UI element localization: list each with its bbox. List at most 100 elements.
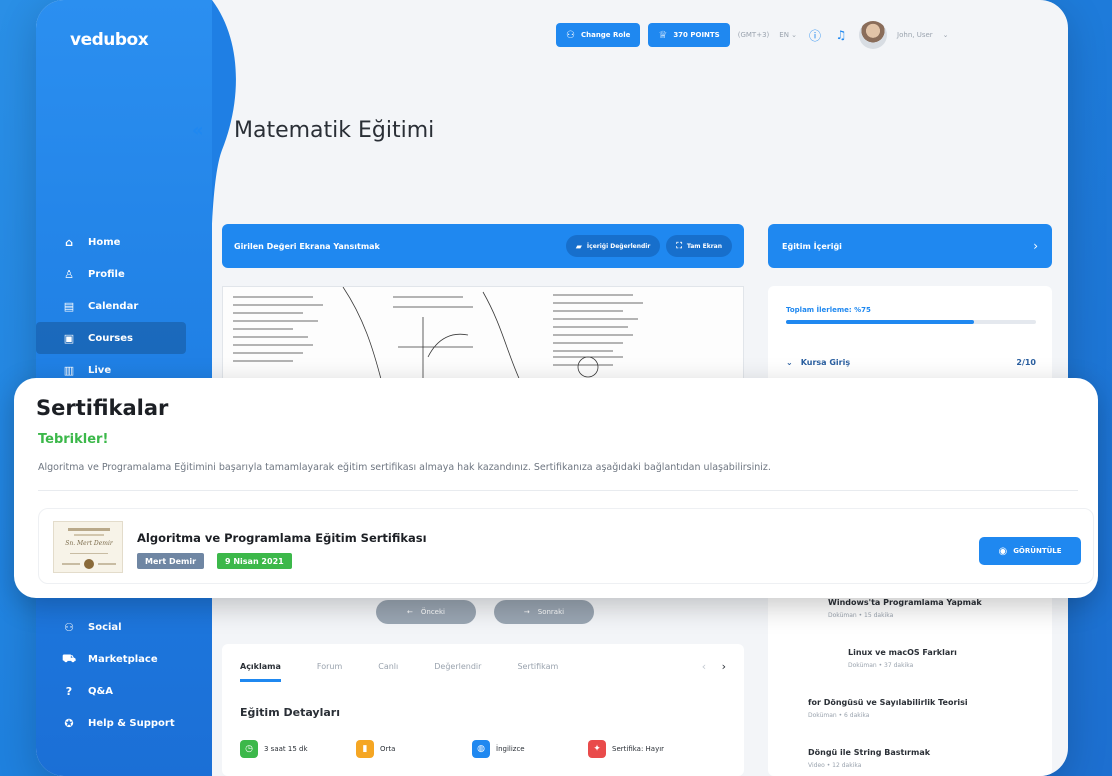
sidebar-item-calendar[interactable]: ▤ Calendar (36, 290, 212, 322)
lesson-title: Linux ve macOS Farkları (848, 648, 957, 657)
level-icon: ▮ (356, 740, 374, 758)
chevron-right-icon[interactable]: › (722, 660, 726, 673)
next-button[interactable]: → Sonraki (494, 600, 594, 624)
total-progress-label: Toplam İlerleme: %75 (786, 306, 871, 314)
arrow-right-icon: → (523, 608, 530, 616)
sidebar-item-label: Calendar (88, 300, 139, 312)
bell-icon[interactable]: ♫ (833, 27, 849, 43)
sidebar-item-label: Courses (88, 332, 133, 344)
whiteboard-drawing (233, 287, 643, 387)
tab-description[interactable]: Açıklama (240, 662, 281, 682)
whiteboard-video[interactable] (222, 286, 744, 387)
prev-button[interactable]: ← Önceki (376, 600, 476, 624)
clock-icon: ◷ (240, 740, 258, 758)
sidebar-item-label: Profile (88, 268, 125, 280)
detail-label: Sertifika: Hayır (612, 745, 665, 753)
congrats-text: Tebrikler! (38, 432, 109, 447)
certificate-thumb-name: Sn. Mert Demir (65, 540, 113, 547)
section-header[interactable]: ⌄ Kursa Giriş 2/10 (786, 358, 1036, 367)
fullscreen-button[interactable]: ⛶ Tam Ekran (666, 235, 732, 257)
arrow-left-icon: ← (407, 608, 413, 616)
lesson-title: Windows'ta Programlama Yapmak (828, 598, 982, 607)
chevron-down-icon[interactable]: ⌄ (943, 31, 949, 39)
chevron-left-icon[interactable]: ‹ (702, 660, 706, 673)
lesson-item[interactable]: Döngü ile String Bastırmak Video • 12 da… (808, 748, 930, 769)
sidebar-item-label: Social (88, 621, 122, 633)
calendar-icon: ▤ (63, 299, 75, 313)
certificates-description: Algoritma ve Programalama Eğitimini başa… (38, 462, 771, 473)
certificate-thumbnail[interactable]: Sn. Mert Demir (53, 521, 123, 573)
language-value: EN (779, 31, 789, 39)
course-content-title: Eğitim İçeriği (782, 241, 842, 251)
lesson-item[interactable]: for Döngüsü ve Sayılabilirlik Teorisi Do… (808, 698, 968, 719)
collapse-sidebar-icon[interactable]: « (192, 120, 204, 141)
comment-icon: ▰ (575, 241, 582, 251)
certificates-title: Sertifikalar (36, 396, 169, 420)
sidebar-item-profile[interactable]: ♙ Profile (36, 258, 212, 290)
certificate-item: Sn. Mert Demir Algoritma ve Programlama … (38, 508, 1094, 584)
language-select[interactable]: EN ⌄ (779, 31, 797, 39)
chevron-right-icon: › (1033, 239, 1038, 253)
sidebar-item-home[interactable]: ⌂ Home (36, 226, 212, 258)
certificate-thumbnail-art (62, 528, 116, 569)
details-title: Eğitim Detayları (240, 706, 340, 719)
globe-icon: ◍ (472, 740, 490, 758)
lesson-meta: Doküman • 6 dakika (808, 712, 870, 719)
sidebar-item-label: Q&A (88, 685, 113, 697)
points-button[interactable]: ♕ 370 POINTS (648, 23, 730, 47)
certificate-name: Algoritma ve Programlama Eğitim Sertifik… (137, 531, 427, 545)
lesson-meta: Doküman • 37 dakika (848, 662, 914, 669)
change-role-button[interactable]: ⚇ Change Role (556, 23, 641, 47)
fullscreen-icon: ⛶ (676, 241, 682, 250)
avatar[interactable] (859, 21, 888, 49)
sidebar-item-label: Live (88, 364, 112, 376)
sidebar-nav-bottom: ⚇ Social ⛟ Marketplace ? Q&A ✪ Help & Su… (36, 611, 212, 739)
detail-language: ◍ İngilizce (472, 740, 588, 758)
lesson-item[interactable]: Linux ve macOS Farkları Doküman • 37 dak… (848, 648, 957, 669)
sidebar-item-marketplace[interactable]: ⛟ Marketplace (36, 643, 212, 675)
view-certificate-label: GÖRÜNTÜLE (1013, 547, 1062, 555)
detail-certificate: ✦ Sertifika: Hayır (588, 740, 704, 758)
tab-scroll-arrows: ‹ › (702, 660, 726, 673)
live-icon: ▥ (63, 363, 75, 377)
total-progress-bar (786, 320, 1036, 324)
lesson-title: for Döngüsü ve Sayılabilirlik Teorisi (808, 698, 968, 707)
certificates-card: Sertifikalar Tebrikler! Algoritma ve Pro… (14, 378, 1098, 598)
social-icon: ⚇ (64, 620, 74, 634)
qa-icon: ? (65, 684, 73, 698)
info-icon[interactable]: ⓘ (807, 27, 823, 43)
app-logo[interactable]: vedubox (70, 30, 149, 50)
course-content-header[interactable]: Eğitim İçeriği › (768, 224, 1052, 268)
sidebar-item-help[interactable]: ✪ Help & Support (36, 707, 212, 739)
tab-forum[interactable]: Forum (317, 662, 342, 682)
sidebar-item-qa[interactable]: ? Q&A (36, 675, 212, 707)
detail-label: 3 saat 15 dk (264, 745, 308, 753)
detail-duration: ◷ 3 saat 15 dk (240, 740, 356, 758)
user-name[interactable]: John, User (897, 31, 933, 39)
lesson-title: Döngü ile String Bastırmak (808, 748, 931, 757)
date-tag: 9 Nisan 2021 (217, 553, 292, 569)
courses-icon: ▣ (63, 331, 75, 345)
home-icon: ⌂ (65, 235, 73, 249)
sidebar-item-social[interactable]: ⚇ Social (36, 611, 212, 643)
view-certificate-button[interactable]: ◉ GÖRÜNTÜLE (979, 537, 1081, 565)
next-label: Sonraki (537, 608, 565, 616)
tab-certificate[interactable]: Sertifikam (517, 662, 558, 682)
tab-live[interactable]: Canlı (378, 662, 398, 682)
user-icon: ♙ (64, 267, 74, 281)
owner-tag: Mert Demir (137, 553, 205, 569)
cart-icon: ⛟ (62, 651, 76, 665)
rate-content-button[interactable]: ▰ İçeriği Değerlendir (565, 235, 661, 257)
detail-label: İngilizce (496, 745, 525, 753)
section-name: Kursa Giriş (800, 358, 851, 367)
tab-rate[interactable]: Değerlendir (434, 662, 481, 682)
users-icon: ⚇ (566, 29, 575, 41)
sidebar-nav: ⌂ Home ♙ Profile ▤ Calendar ▣ Courses ▥ … (36, 226, 212, 386)
lesson-item[interactable]: Windows'ta Programlama Yapmak Doküman • … (828, 598, 982, 619)
player-header: Girilen Değeri Ekrana Yansıtmak ▰ İçeriğ… (222, 224, 744, 268)
sidebar-item-courses[interactable]: ▣ Courses (36, 322, 186, 354)
sidebar-item-label: Help & Support (88, 717, 175, 729)
timezone-label[interactable]: (GMT+3) (738, 31, 770, 39)
section-count: 2/10 (1016, 358, 1036, 367)
detail-level: ▮ Orta (356, 740, 472, 758)
